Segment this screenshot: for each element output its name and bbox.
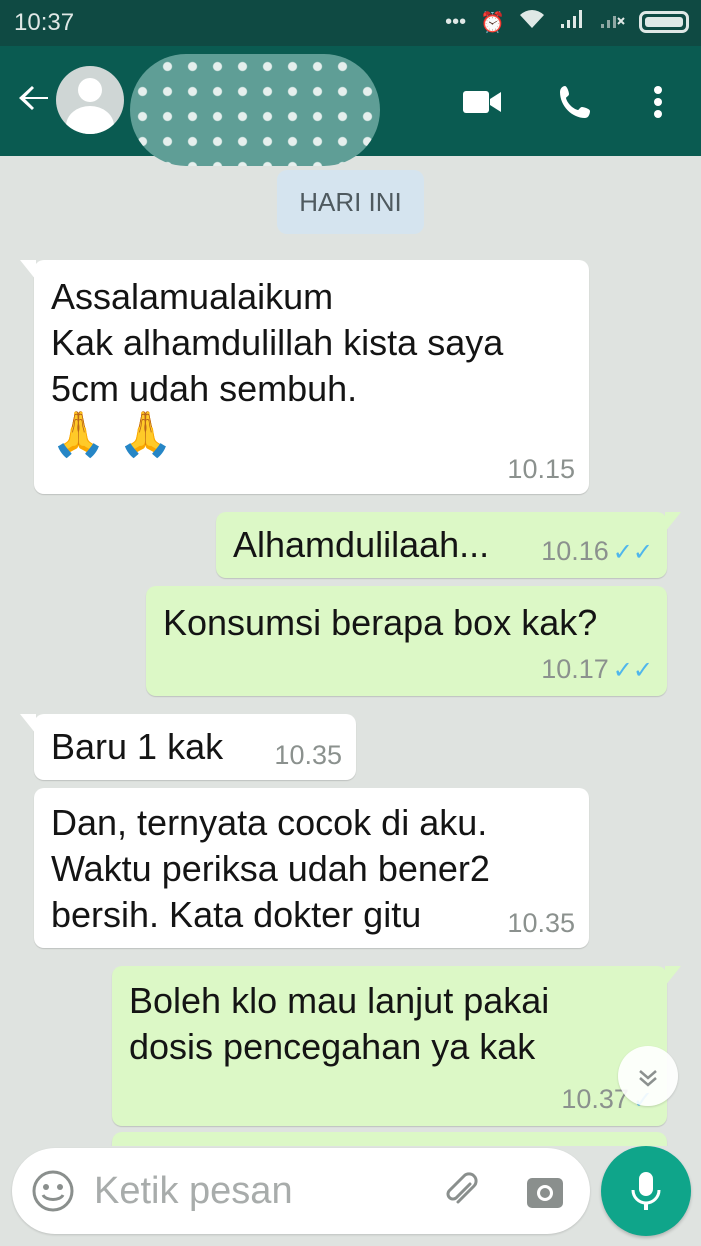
signal-icon	[559, 8, 585, 36]
message-bubble-incoming[interactable]: Assalamualaikum Kak alhamdulillah kista …	[20, 260, 589, 494]
double-chevron-down-icon	[635, 1061, 661, 1091]
phone-icon[interactable]	[554, 80, 598, 124]
status-bar: 10:37 ••• ⏰	[0, 0, 701, 46]
signal-nodata-icon	[599, 8, 625, 36]
attachment-icon[interactable]	[440, 1170, 482, 1212]
wifi-icon	[519, 8, 545, 36]
chat-area[interactable]: HARI INI Assalamualaikum Kak alhamdulill…	[0, 156, 701, 1146]
date-chip: HARI INI	[277, 170, 424, 234]
message-bubble-outgoing[interactable]: Konsumsi berapa box kak? 10.17 ✓✓	[146, 586, 667, 696]
dots-icon: •••	[445, 10, 467, 33]
alarm-icon: ⏰	[480, 11, 505, 34]
battery-icon	[639, 11, 689, 33]
message-time: 10.17 ✓✓	[541, 654, 653, 684]
emoji-icon[interactable]	[30, 1168, 76, 1214]
message-input[interactable]	[94, 1164, 424, 1218]
message-text: Konsumsi berapa box kak?	[163, 602, 598, 643]
message-text: Assalamualaikum Kak alhamdulillah kista …	[51, 276, 504, 459]
status-time: 10:37	[14, 9, 75, 36]
message-bubble-outgoing-partial[interactable]	[112, 1132, 667, 1146]
message-bubble-incoming[interactable]: Dan, ternyata cocok di aku. Waktu periks…	[34, 788, 589, 948]
message-text: Dan, ternyata cocok di aku. Waktu periks…	[51, 802, 490, 935]
camera-icon[interactable]	[524, 1170, 566, 1212]
status-icons: ••• ⏰	[445, 8, 689, 36]
message-bubble-outgoing[interactable]: Alhamdulilaah... 10.16 ✓✓	[216, 512, 681, 578]
more-vert-icon[interactable]	[636, 80, 680, 124]
message-text: Baru 1 kak	[51, 726, 224, 767]
message-composer	[12, 1148, 590, 1234]
scroll-to-bottom-button[interactable]	[618, 1046, 678, 1106]
microphone-icon	[631, 1172, 661, 1210]
chat-header	[0, 46, 701, 166]
folded-hands-emoji: 🙏 🙏	[51, 410, 173, 459]
contact-name-redacted[interactable]	[130, 54, 380, 166]
message-bubble-outgoing[interactable]: Boleh klo mau lanjut pakai dosis pencega…	[112, 966, 681, 1126]
message-time: 10.16 ✓✓	[541, 536, 653, 566]
message-time: 10.35	[507, 908, 575, 938]
read-ticks-icon: ✓✓	[612, 539, 653, 566]
back-arrow-icon[interactable]	[14, 78, 54, 118]
message-bubble-incoming[interactable]: Baru 1 kak 10.35	[20, 714, 356, 780]
avatar[interactable]	[56, 66, 124, 134]
message-text: Alhamdulilaah...	[233, 524, 490, 565]
message-time: 10.35	[274, 740, 342, 770]
video-call-icon[interactable]	[460, 80, 504, 124]
mic-button[interactable]	[601, 1146, 691, 1236]
message-text: Boleh klo mau lanjut pakai dosis pencega…	[129, 980, 550, 1067]
read-ticks-icon: ✓✓	[612, 657, 653, 684]
message-time: 10.15	[507, 454, 575, 484]
